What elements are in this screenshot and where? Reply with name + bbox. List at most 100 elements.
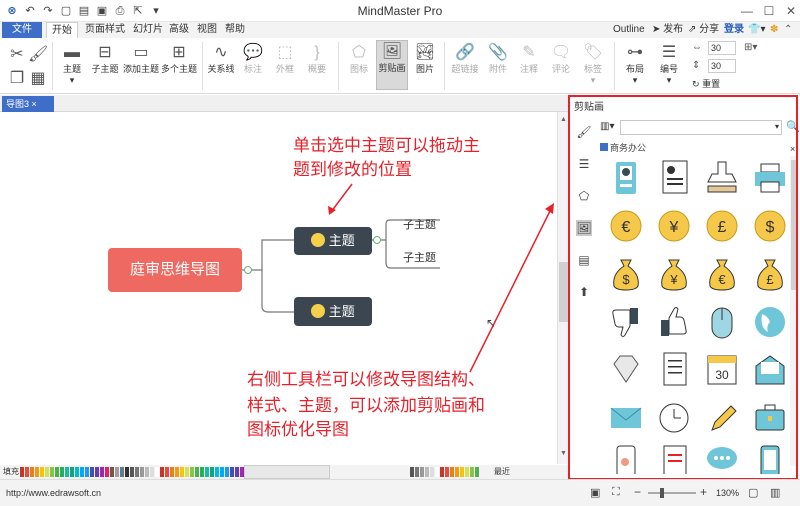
- color-swatch[interactable]: [460, 467, 464, 477]
- color-swatch[interactable]: [470, 467, 474, 477]
- note-button[interactable]: ✎ 注释: [514, 42, 544, 75]
- clipart-button[interactable]: 🖼 剪贴画: [376, 40, 408, 90]
- color-swatch[interactable]: [205, 467, 209, 477]
- color-swatch[interactable]: [210, 467, 214, 477]
- boundary-button[interactable]: ⬚ 外框: [270, 42, 300, 75]
- tab-page-style[interactable]: 页面样式: [80, 22, 130, 38]
- color-swatch[interactable]: [45, 467, 49, 477]
- mindmap-canvas[interactable]: 庭审思维导图 主题 主题 子主题 子主题 单击选中主题可以拖动主 题到修改的位置…: [0, 112, 557, 464]
- color-swatch[interactable]: [55, 467, 59, 477]
- settings-icon[interactable]: ✽: [770, 22, 778, 38]
- color-swatch[interactable]: [105, 467, 109, 477]
- tab-advanced[interactable]: 高级: [166, 22, 192, 38]
- fit-width-icon[interactable]: ▢: [748, 486, 758, 499]
- color-swatch[interactable]: [175, 467, 179, 477]
- color-swatch[interactable]: [170, 467, 174, 477]
- color-swatch[interactable]: [50, 467, 54, 477]
- color-swatch[interactable]: [195, 467, 199, 477]
- color-swatch[interactable]: [215, 467, 219, 477]
- color-swatch[interactable]: [415, 467, 419, 477]
- color-swatch[interactable]: [155, 467, 159, 477]
- color-swatch[interactable]: [130, 467, 134, 477]
- fit-page-icon[interactable]: ▣: [590, 486, 600, 499]
- color-swatch[interactable]: [30, 467, 34, 477]
- picture-button[interactable]: 🏞 图片: [410, 42, 440, 75]
- color-swatch[interactable]: [190, 467, 194, 477]
- add-topic-button[interactable]: ▭ 添加主题: [122, 42, 160, 75]
- mark-button[interactable]: ⬠ 图标: [344, 42, 374, 75]
- share-button[interactable]: ⇗ 分享: [688, 22, 719, 38]
- color-swatch[interactable]: [120, 467, 124, 477]
- color-swatch[interactable]: [475, 467, 479, 477]
- color-swatch[interactable]: [20, 467, 24, 477]
- color-swatch[interactable]: [90, 467, 94, 477]
- reset-button[interactable]: ↻ 重置: [692, 77, 720, 90]
- zoom-out-icon[interactable]: −: [634, 485, 641, 499]
- scroll-down-icon[interactable]: ▼: [560, 450, 567, 457]
- tab-slides[interactable]: 幻灯片: [130, 22, 166, 38]
- color-swatch[interactable]: [150, 467, 154, 477]
- color-swatch[interactable]: [135, 467, 139, 477]
- website-link[interactable]: http://www.edrawsoft.cn: [6, 488, 101, 498]
- zoom-in-icon[interactable]: +: [700, 485, 707, 499]
- main-topic-1[interactable]: 主题: [294, 227, 372, 255]
- color-swatch[interactable]: [60, 467, 64, 477]
- tab-view[interactable]: 视图: [194, 22, 220, 38]
- minimize-button[interactable]: —: [738, 2, 756, 20]
- hyperlink-button[interactable]: 🔗 超链接: [448, 42, 482, 75]
- tab-home[interactable]: 开始: [46, 22, 78, 38]
- numbering-button[interactable]: ☰ 编号 ▾: [652, 42, 686, 86]
- tag-button[interactable]: 🏷 标签 ▾: [578, 42, 608, 86]
- cut-button[interactable]: ✂: [6, 44, 28, 66]
- topic-button[interactable]: ▬ 主题 ▾: [56, 42, 88, 86]
- multiple-topic-button[interactable]: ⊞ 多个主题: [160, 42, 198, 75]
- color-swatch[interactable]: [200, 467, 204, 477]
- login-link[interactable]: 登录: [724, 22, 744, 38]
- color-swatch[interactable]: [165, 467, 169, 477]
- color-swatch[interactable]: [125, 467, 129, 477]
- subtopic-2[interactable]: 子主题: [403, 249, 436, 265]
- color-swatch[interactable]: [230, 467, 234, 477]
- tab-help[interactable]: 帮助: [222, 22, 248, 38]
- format-painter-button[interactable]: 🖌: [28, 44, 48, 66]
- color-swatch[interactable]: [35, 467, 39, 477]
- subtopic-button[interactable]: ⊟ 子主题: [88, 42, 122, 75]
- color-swatch[interactable]: [75, 467, 79, 477]
- scroll-up-icon[interactable]: ▲: [560, 116, 567, 123]
- color-swatch[interactable]: [85, 467, 89, 477]
- color-swatch[interactable]: [160, 467, 164, 477]
- maximize-button[interactable]: ☐: [760, 2, 778, 20]
- shirt-icon[interactable]: 👕▾: [748, 22, 765, 38]
- color-swatch[interactable]: [25, 467, 29, 477]
- document-tab[interactable]: 导图3 ×: [2, 96, 54, 112]
- color-swatch[interactable]: [420, 467, 424, 477]
- close-tab-icon[interactable]: ×: [32, 99, 37, 109]
- color-swatch[interactable]: [225, 467, 229, 477]
- color-swatch[interactable]: [80, 467, 84, 477]
- color-swatch[interactable]: [145, 467, 149, 477]
- color-swatch[interactable]: [220, 467, 224, 477]
- subtopic-1[interactable]: 子主题: [403, 216, 436, 232]
- color-swatch[interactable]: [70, 467, 74, 477]
- color-swatch[interactable]: [465, 467, 469, 477]
- color-swatch[interactable]: [435, 467, 439, 477]
- color-swatch[interactable]: [445, 467, 449, 477]
- h-spacing-input[interactable]: 30: [708, 41, 736, 55]
- callout-button[interactable]: 💬 标注: [238, 42, 268, 75]
- summary-button[interactable]: } 概要: [302, 42, 332, 75]
- relationship-button[interactable]: ∿ 关系线: [204, 42, 238, 75]
- attachment-button[interactable]: 📎 附件: [484, 42, 512, 75]
- main-topic-2[interactable]: 主题: [294, 297, 372, 326]
- zoom-slider[interactable]: [648, 488, 696, 498]
- outline-button[interactable]: Outline: [613, 22, 645, 38]
- color-swatch[interactable]: [185, 467, 189, 477]
- color-swatch[interactable]: [180, 467, 184, 477]
- color-swatch[interactable]: [430, 467, 434, 477]
- fullscreen-icon[interactable]: ⛶: [612, 486, 620, 499]
- color-swatch[interactable]: [455, 467, 459, 477]
- color-swatch[interactable]: [115, 467, 119, 477]
- color-swatch[interactable]: [410, 467, 414, 477]
- close-button[interactable]: ✕: [782, 2, 800, 20]
- color-swatch[interactable]: [140, 467, 144, 477]
- spacing-options-icon[interactable]: ⊞▾: [744, 42, 757, 53]
